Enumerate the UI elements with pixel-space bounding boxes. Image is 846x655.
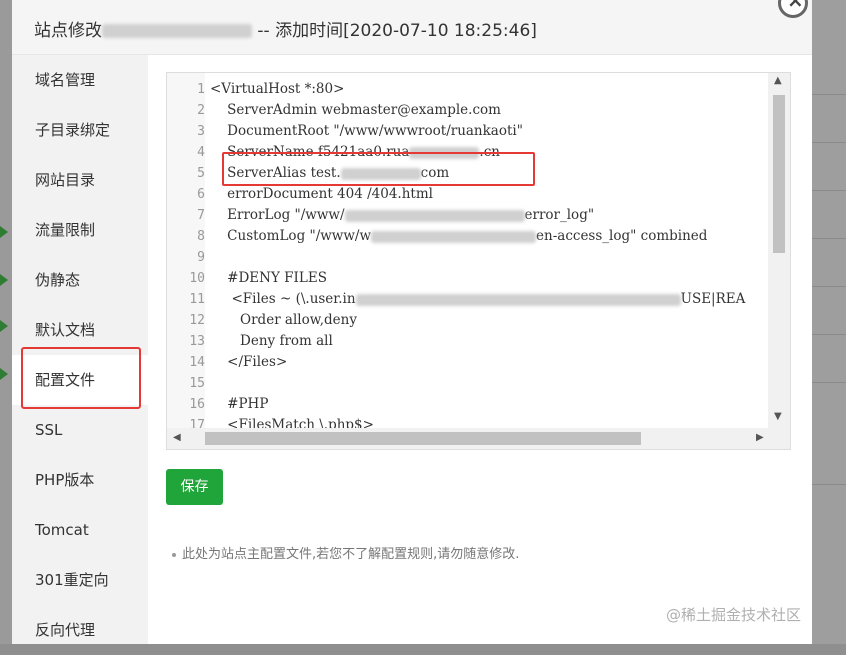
line-number-gutter: 1 2 3 4 5 6 7 8 9 10 11 12 13 14 15 16 1… <box>167 73 205 433</box>
horizontal-scroll-thumb[interactable] <box>205 432 641 445</box>
sidebar-item-reverse-proxy[interactable]: 反向代理 <box>12 605 148 655</box>
code-line: <Files ~ (\.user.in USE|REA <box>210 291 746 307</box>
sidebar-item-redirect[interactable]: 301重定向 <box>12 555 148 605</box>
watermark: @稀土掘金技术社区 <box>666 606 802 624</box>
background-divider <box>812 142 846 143</box>
line-number: 4 <box>197 145 205 160</box>
code-line: #DENY FILES <box>210 270 327 286</box>
sidebar-item-php-version[interactable]: PHP版本 <box>12 455 148 505</box>
line-number: 2 <box>197 103 205 118</box>
line-number: 1 <box>197 82 205 97</box>
background-divider <box>812 94 846 95</box>
background-divider <box>812 238 846 239</box>
sidebar-item-rewrite[interactable]: 伪静态 <box>12 255 148 305</box>
scroll-up-icon[interactable]: ▲ <box>774 75 782 86</box>
vertical-scrollbar[interactable]: ▲ ▼ <box>768 73 790 428</box>
vertical-scroll-thumb[interactable] <box>773 95 785 253</box>
config-editor[interactable]: 1 2 3 4 5 6 7 8 9 10 11 12 13 14 15 16 1… <box>166 72 791 450</box>
background-divider <box>812 382 846 383</box>
save-button[interactable]: 保存 <box>166 469 223 505</box>
background-divider <box>812 484 846 485</box>
sidebar-item-subdir[interactable]: 子目录绑定 <box>12 105 148 155</box>
code-line: CustomLog "/www/w en-access_log" combined <box>210 228 708 244</box>
sidebar-item-tomcat[interactable]: Tomcat <box>12 505 148 555</box>
redacted-text <box>344 209 525 222</box>
config-file-highlight-box <box>21 347 141 409</box>
play-icon <box>0 226 8 238</box>
sidebar-item-ssl[interactable]: SSL <box>12 405 148 455</box>
code-line: Deny from all <box>210 333 333 349</box>
scroll-down-icon[interactable]: ▼ <box>774 411 782 422</box>
config-note-text: 此处为站点主配置文件,若您不了解配置规则,请勿随意修改. <box>182 547 520 562</box>
line-number: 14 <box>189 355 205 370</box>
sidebar-item-domain[interactable]: 域名管理 <box>12 55 148 105</box>
line-number: 15 <box>189 376 205 391</box>
modal-title-prefix: 站点修改 <box>34 21 102 41</box>
horizontal-scrollbar[interactable]: ◀ ▶ <box>167 428 768 449</box>
scroll-corner <box>768 428 790 449</box>
site-edit-modal: 站点修改 -- 添加时间[2020-07-10 18:25:46] 域名管理 子… <box>12 0 812 644</box>
background-divider <box>812 190 846 191</box>
modal-title: 站点修改 -- 添加时间[2020-07-10 18:25:46] <box>34 16 537 41</box>
close-icon: × <box>787 0 804 12</box>
line-number: 7 <box>197 208 205 223</box>
play-icon <box>0 368 8 380</box>
line-number: 11 <box>189 292 205 307</box>
code-line: <VirtualHost *:80> <box>210 81 345 97</box>
code-line: errorDocument 404 /404.html <box>210 186 433 202</box>
line-number: 8 <box>197 229 205 244</box>
background-divider <box>812 334 846 335</box>
line-number: 10 <box>189 271 205 286</box>
scroll-right-icon[interactable]: ▶ <box>756 432 764 443</box>
background-page-right <box>812 0 846 644</box>
scroll-left-icon[interactable]: ◀ <box>173 432 181 443</box>
modal-title-suffix: -- 添加时间[2020-07-10 18:25:46] <box>252 21 537 41</box>
server-alias-highlight-box <box>222 152 535 186</box>
line-number: 13 <box>189 334 205 349</box>
line-number: 12 <box>189 313 205 328</box>
code-line: Order allow,deny <box>210 312 357 328</box>
code-line: #PHP <box>210 396 269 412</box>
line-number: 3 <box>197 124 205 139</box>
line-number: 5 <box>197 166 205 181</box>
line-number: 16 <box>189 397 205 412</box>
bullet-icon <box>172 552 176 557</box>
redacted-text <box>371 230 537 243</box>
background-divider <box>812 286 846 287</box>
code-line: ServerAdmin webmaster@example.com <box>210 102 501 118</box>
line-number: 6 <box>197 187 205 202</box>
play-icon <box>0 320 8 332</box>
redacted-site-name <box>102 24 252 38</box>
code-line: </Files> <box>210 354 288 370</box>
config-note: 此处为站点主配置文件,若您不了解配置规则,请勿随意修改. <box>172 543 519 562</box>
line-number: 9 <box>197 250 205 265</box>
code-line: ErrorLog "/www/error_log" <box>210 207 595 223</box>
play-icon <box>0 274 8 286</box>
redacted-text <box>355 293 681 306</box>
modal-header: 站点修改 -- 添加时间[2020-07-10 18:25:46] <box>12 0 812 55</box>
code-line: DocumentRoot "/www/wwwroot/ruankaoti" <box>210 123 523 139</box>
sidebar-item-site-dir[interactable]: 网站目录 <box>12 155 148 205</box>
sidebar-item-traffic-limit[interactable]: 流量限制 <box>12 205 148 255</box>
